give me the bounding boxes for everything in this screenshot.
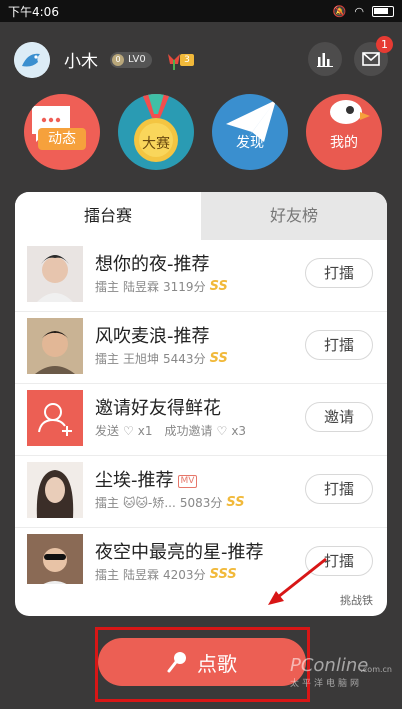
- song-title: 想你的夜-推荐: [95, 254, 210, 275]
- challenge-list: 想你的夜-推荐 擂主 陆昱霖 3119分 SS 打擂 风吹麦浪-推荐 擂主 王旭…: [15, 240, 387, 584]
- grade-badge: SS: [226, 495, 245, 510]
- send-count: x1: [137, 423, 153, 438]
- level-coin-icon: 0: [112, 54, 124, 66]
- success-label: 成功邀请: [164, 424, 213, 438]
- challenge-button[interactable]: 打擂: [305, 474, 373, 504]
- category-label: 发现: [236, 135, 264, 151]
- song-thumbnail: [27, 318, 83, 374]
- ranking-button[interactable]: [308, 42, 342, 76]
- song-thumbnail: [27, 534, 83, 584]
- tab-arena[interactable]: 擂台赛: [15, 192, 201, 240]
- category-feed[interactable]: 动态: [24, 94, 100, 170]
- mute-icon: 🔕: [332, 4, 347, 18]
- grade-badge: SS: [209, 351, 228, 366]
- success-count: x3: [231, 423, 247, 438]
- score: 4203分: [163, 568, 206, 582]
- category-label: 大赛: [142, 136, 170, 152]
- add-user-icon: [27, 390, 83, 446]
- annotation-arrow: [268, 557, 327, 605]
- invite-thumbnail: [27, 390, 83, 446]
- category-mine[interactable]: 我的: [306, 94, 382, 170]
- wifi-icon: ◠: [354, 4, 364, 18]
- score: 5443分: [163, 352, 206, 366]
- flower-outline-icon: ♡: [123, 423, 134, 438]
- tab-friends[interactable]: 好友榜: [201, 192, 387, 240]
- meta-prefix: 擂主: [95, 568, 120, 582]
- category-label: 我的: [330, 135, 358, 151]
- watermark: PConline 太平洋电脑网 .com.cn: [290, 655, 398, 705]
- notification-badge: 1: [376, 36, 393, 53]
- microphone-icon: [167, 652, 186, 673]
- bar-chart-icon: [317, 53, 333, 67]
- battery-icon: [372, 5, 394, 17]
- challenge-button[interactable]: 打擂: [305, 330, 373, 360]
- challenge-link[interactable]: 挑战铁: [340, 592, 373, 608]
- meta-prefix: 发送: [95, 424, 120, 438]
- song-thumbnail: [27, 246, 83, 302]
- meta-prefix: 擂主: [95, 280, 120, 294]
- list-item[interactable]: 想你的夜-推荐 擂主 陆昱霖 3119分 SS 打擂: [15, 240, 387, 312]
- list-item[interactable]: 邀请好友得鲜花 发送 ♡ x1 成功邀请 ♡ x3 邀请: [15, 384, 387, 456]
- messages-button[interactable]: 1: [354, 36, 393, 76]
- grade-badge: SSS: [209, 567, 237, 582]
- invite-title: 邀请好友得鲜花: [95, 398, 221, 419]
- song-title: 夜空中最亮的星-推荐: [95, 542, 264, 563]
- avatar[interactable]: [14, 42, 50, 78]
- watermark-sub: 太平洋电脑网: [290, 679, 363, 689]
- owner-name: 陆昱霖: [123, 280, 160, 294]
- grade-badge: SS: [209, 279, 228, 294]
- tab-bar: 擂台赛 好友榜: [15, 192, 387, 240]
- category-label: 动态: [38, 128, 86, 150]
- list-item[interactable]: 尘埃-推荐 MV 擂主 🐱🐱-矫... 5083分 SS 打擂: [15, 456, 387, 528]
- owner-name: 🐱🐱-矫...: [123, 496, 176, 510]
- invite-meta: 发送 ♡ x1 成功邀请 ♡ x3: [95, 422, 246, 439]
- level-badge: 0 LV0: [110, 52, 152, 68]
- watermark-domain: .com.cn: [360, 665, 392, 674]
- song-title: 风吹麦浪-推荐: [95, 326, 210, 347]
- medal-icon: [134, 94, 178, 162]
- owner-name: 王旭坤: [123, 352, 160, 366]
- song-meta: 擂主 陆昱霖 4203分 SSS: [95, 566, 237, 583]
- flower-outline-icon: ♡: [216, 423, 228, 438]
- invite-button[interactable]: 邀请: [305, 402, 373, 432]
- owner-name: 陆昱霖: [123, 568, 160, 582]
- flower-badge: 3: [166, 50, 196, 70]
- list-item[interactable]: 夜空中最亮的星-推荐 擂主 陆昱霖 4203分 SSS 打擂: [15, 528, 387, 584]
- status-bar: 下午4:06 🔕 ◠: [0, 0, 402, 22]
- song-meta: 擂主 陆昱霖 3119分 SS: [95, 278, 228, 295]
- flower-count: 3: [180, 54, 194, 66]
- leaderboard-card: 擂台赛 好友榜 想你的夜-推荐 擂主 陆昱霖 3119分 SS 打擂 风吹麦浪-…: [15, 192, 387, 616]
- meta-prefix: 擂主: [95, 496, 120, 510]
- song-thumbnail: [27, 462, 83, 518]
- meta-prefix: 擂主: [95, 352, 120, 366]
- category-contest[interactable]: 大赛: [118, 94, 194, 170]
- song-meta: 擂主 🐱🐱-矫... 5083分 SS: [95, 494, 245, 511]
- mail-icon: [362, 52, 380, 66]
- user-name[interactable]: 小木: [64, 47, 98, 72]
- request-song-label: 点歌: [197, 651, 237, 676]
- status-time: 下午4:06: [8, 4, 59, 19]
- song-title-text: 尘埃-推荐: [95, 470, 174, 491]
- challenge-button[interactable]: 打擂: [305, 258, 373, 288]
- category-discover[interactable]: 发现: [212, 94, 288, 170]
- song-title: 尘埃-推荐 MV: [95, 466, 198, 492]
- request-song-button[interactable]: 点歌: [98, 638, 306, 686]
- status-icons: 🔕 ◠: [333, 5, 394, 18]
- song-meta: 擂主 王旭坤 5443分 SS: [95, 350, 228, 367]
- list-item[interactable]: 风吹麦浪-推荐 擂主 王旭坤 5443分 SS 打擂: [15, 312, 387, 384]
- mv-badge: MV: [177, 474, 198, 488]
- level-label: LV0: [128, 54, 146, 65]
- top-header: 小木 0 LV0 3 1: [0, 36, 402, 82]
- category-nav: 动态 大赛 发现 我的: [0, 94, 402, 180]
- score: 3119分: [163, 280, 206, 294]
- score: 5083分: [179, 496, 223, 510]
